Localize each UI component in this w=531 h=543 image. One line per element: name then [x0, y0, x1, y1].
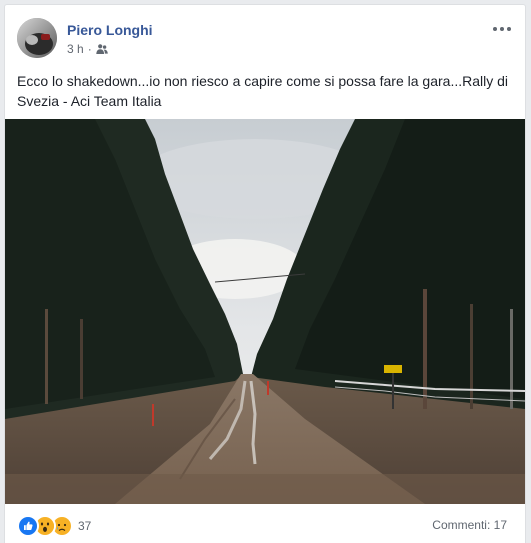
meta-separator: ·	[87, 42, 92, 56]
post-meta: 3 h ·	[67, 42, 108, 56]
like-icon	[17, 515, 39, 537]
post-footer: 37 Commenti: 17	[5, 504, 525, 543]
avatar[interactable]	[17, 18, 57, 58]
comments-count-link[interactable]: Commenti: 17	[432, 518, 507, 532]
more-options-icon[interactable]	[491, 19, 513, 39]
post-header: Piero Longhi 3 h ·	[5, 5, 525, 67]
author-name[interactable]: Piero Longhi	[67, 22, 153, 38]
post-text: Ecco lo shakedown...io non riesco a capi…	[17, 73, 509, 109]
post-photo[interactable]	[5, 119, 525, 504]
friends-icon[interactable]	[95, 43, 108, 55]
reactions-summary[interactable]: 37	[17, 515, 91, 537]
reactions-count: 37	[78, 519, 92, 533]
timestamp[interactable]: 3 h	[67, 42, 84, 56]
feed-post: Piero Longhi 3 h · Ecco lo shakedown...i…	[4, 4, 526, 543]
